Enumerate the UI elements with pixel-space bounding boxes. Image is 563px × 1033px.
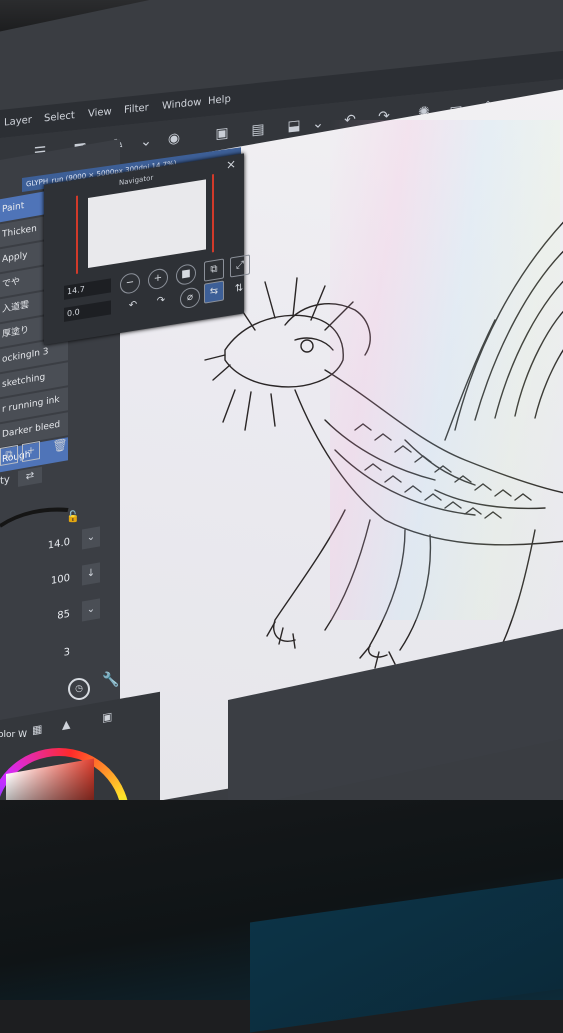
color-wheel-tab[interactable]: olor W [0, 730, 27, 740]
flip-horizontal-icon[interactable]: ⇆ [204, 280, 224, 304]
navigator-title: Navigator [119, 173, 154, 188]
navigator-frame-left [76, 195, 78, 274]
download-icon[interactable]: ↓ [82, 562, 100, 586]
add-icon[interactable]: + [22, 440, 40, 463]
chevron-down-icon[interactable]: ⌄ [136, 131, 156, 153]
trash-icon[interactable]: 🗑 [52, 436, 68, 455]
zoom-in-icon[interactable]: + [148, 267, 168, 291]
navigator-frame-right [212, 174, 214, 253]
clock-icon[interactable]: ◷ [68, 678, 90, 700]
tool-property-tab[interactable]: ty [0, 474, 10, 487]
zoom-out-icon[interactable]: − [120, 271, 140, 295]
opacity-row: 100 ↓ [0, 562, 100, 602]
opacity-value[interactable]: 100 [51, 573, 70, 587]
rotate-left-icon[interactable]: ↶ [124, 295, 142, 316]
actual-size-icon[interactable]: ⧉ [204, 258, 224, 282]
fit-window-icon[interactable]: ⤢ [230, 254, 250, 278]
fit-icon[interactable]: ■ [176, 262, 196, 287]
intermediate-color-icon[interactable]: ▲ [62, 717, 70, 731]
angle-field[interactable]: 0.0 [64, 300, 111, 322]
chevron-down-icon[interactable]: ⌄ [82, 526, 100, 550]
menu-help[interactable]: Help [208, 94, 231, 107]
reset-rotation-icon[interactable]: ⌀ [180, 286, 200, 310]
chevron-down-icon[interactable]: ⌄ [82, 598, 100, 622]
menu-view[interactable]: View [88, 106, 112, 119]
navigator-thumbnail[interactable] [88, 179, 206, 269]
density-value[interactable]: 85 [57, 609, 70, 622]
color-history-icon[interactable]: ▣ [102, 710, 112, 725]
duplicate-icon[interactable]: ⧉ [0, 444, 18, 466]
color-set-icon[interactable]: ▦ [32, 722, 42, 737]
navigator-panel: Navigator × 14.7 0.0 − + ■ ⧉ ⤢ ↶ ↷ ⌀ ⇆ ⇅ [44, 153, 250, 345]
stabilization-value[interactable]: 3 [64, 647, 70, 659]
brush-size-value[interactable]: 14.0 [48, 537, 70, 552]
menu-window[interactable]: Window [162, 97, 201, 112]
camera-icon[interactable]: ◉ [164, 128, 184, 150]
menu-select[interactable]: Select [44, 110, 75, 124]
new-file-icon[interactable]: ▣ [212, 123, 232, 145]
close-icon[interactable]: × [226, 157, 236, 173]
open-folder-icon[interactable]: ▤ [248, 119, 268, 141]
brush-size-row: 14.0 ⌄ [0, 526, 100, 566]
menu-layer[interactable]: Layer [4, 115, 32, 129]
wrench-icon[interactable]: 🔧 [102, 672, 119, 688]
density-row: 85 ⌄ [0, 598, 100, 638]
rotate-right-icon[interactable]: ↷ [152, 291, 170, 312]
zoom-field[interactable]: 14.7 [64, 278, 111, 300]
menu-filter[interactable]: Filter [124, 102, 149, 116]
save-icon[interactable]: ⬓ [284, 115, 304, 137]
tool-property-panel: 14.0 ⌄ 100 ↓ 85 ⌄ 3 [0, 499, 120, 680]
